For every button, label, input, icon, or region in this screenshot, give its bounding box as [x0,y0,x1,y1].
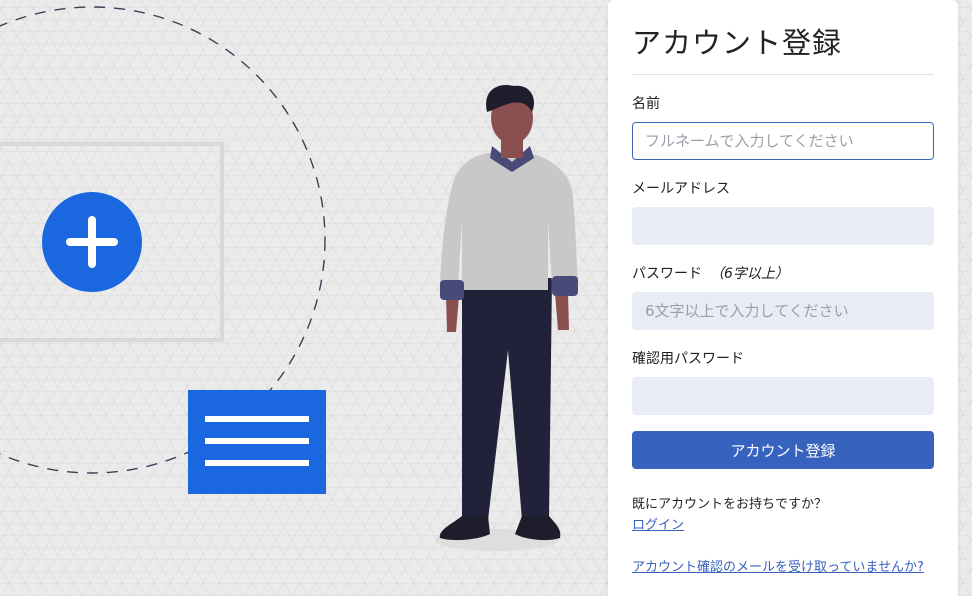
password-confirm-label: 確認用パスワード [632,351,744,367]
password-input[interactable] [632,292,934,330]
password-note: （6字以上） [710,266,789,282]
email-input[interactable] [632,207,934,245]
signup-panel: アカウント登録 名前 メールアドレス パスワード（6字以上） 確認用パスワード … [608,0,958,596]
plus-circle-icon [42,192,142,292]
illustration-svg [0,6,578,551]
resend-confirmation-link[interactable]: アカウント確認のメールを受け取っていませんか? [632,559,924,577]
person-figure [435,85,578,551]
login-link[interactable]: ログイン [632,517,684,535]
page-title: アカウント登録 [632,20,934,75]
already-have-account-text: 既にアカウントをお持ちですか？ [632,497,828,512]
name-input[interactable] [632,122,934,160]
register-button[interactable]: アカウント登録 [632,431,934,469]
hero-illustration [0,0,608,596]
password-confirm-input[interactable] [632,377,934,415]
password-label: パスワード [632,266,702,282]
email-label: メールアドレス [632,181,730,197]
document-lines-icon [188,390,326,494]
password-label-row: パスワード （6字以上） [632,265,934,283]
name-label: 名前 [632,96,660,112]
